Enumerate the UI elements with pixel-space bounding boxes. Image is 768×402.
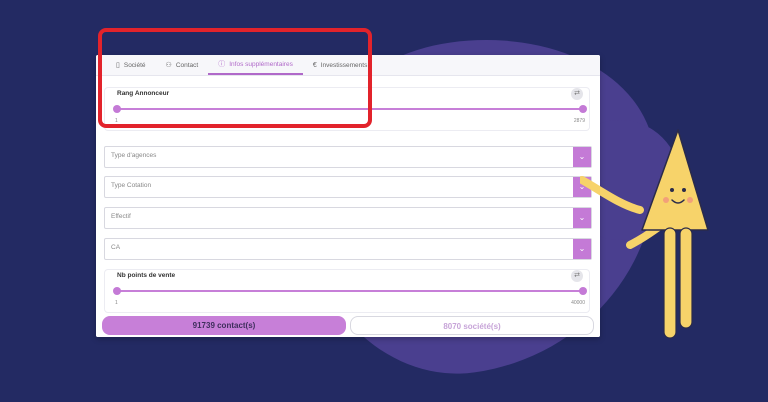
ca-select[interactable]: CA ⌄	[104, 238, 592, 260]
select-placeholder: Type d'agences	[111, 152, 157, 159]
effectif-select[interactable]: Effectif ⌄	[104, 207, 592, 229]
slider-title: Nb points de vente	[117, 272, 176, 279]
contacts-button[interactable]: 91739 contact(s)	[102, 316, 346, 335]
type-cotation-select[interactable]: Type Cotation ⌄	[104, 176, 592, 198]
slider-min-value: 1	[115, 300, 118, 306]
slider-max-handle[interactable]	[579, 105, 587, 113]
slider-min-handle[interactable]	[113, 287, 121, 295]
slider-track[interactable]	[113, 287, 587, 295]
select-placeholder: CA	[111, 244, 121, 251]
highlight-frame	[98, 28, 372, 128]
swap-icon[interactable]: ⇄	[571, 88, 583, 100]
societes-button[interactable]: 8070 société(s)	[350, 316, 594, 335]
type-agences-select[interactable]: Type d'agences ⌄	[104, 146, 592, 168]
results-footer: 91739 contact(s) 8070 société(s)	[96, 313, 600, 337]
select-placeholder: Effectif	[111, 213, 131, 220]
nb-points-de-vente-slider: Nb points de vente ⇄ 1 40000	[104, 269, 590, 313]
select-placeholder: Type Cotation	[111, 182, 152, 189]
mascot-illustration	[580, 129, 709, 339]
